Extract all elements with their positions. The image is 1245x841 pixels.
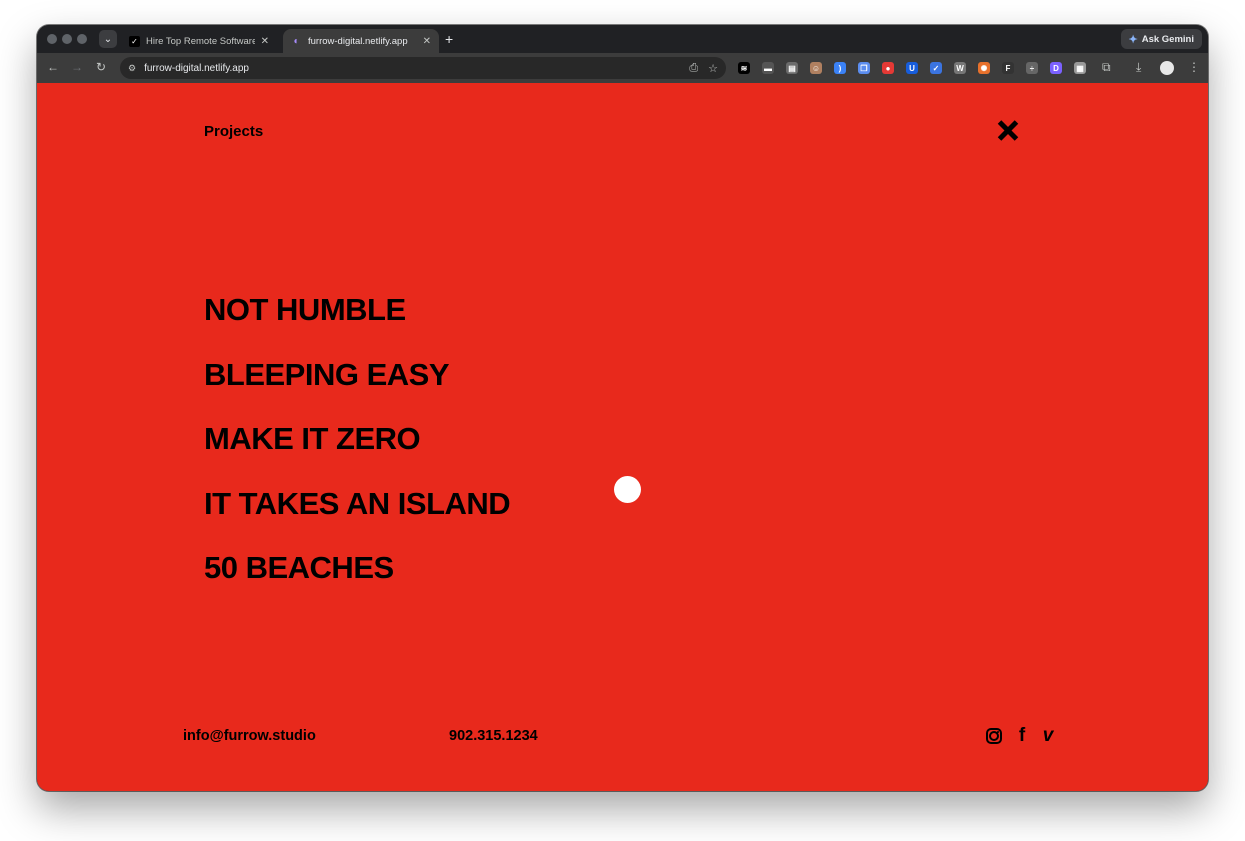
ext-red-icon[interactable]: ●: [882, 62, 894, 74]
projects-nav-link[interactable]: Projects: [204, 123, 263, 140]
ext-figma-icon[interactable]: F: [1002, 62, 1014, 74]
close-icon[interactable]: ✕: [423, 36, 431, 47]
ext-reader-icon[interactable]: ▤: [786, 62, 798, 74]
install-app-icon[interactable]: ⎙: [689, 62, 698, 75]
close-window-button[interactable]: [47, 34, 57, 44]
ext-bitwarden-icon[interactable]: U: [906, 62, 918, 74]
tab-hire-developers[interactable]: ✓ Hire Top Remote Software De ✕: [121, 29, 277, 53]
ext-burst-icon[interactable]: ✺: [978, 62, 990, 74]
ask-gemini-button[interactable]: ✦ Ask Gemini: [1120, 29, 1202, 49]
project-link[interactable]: MAKE IT ZERO: [204, 417, 510, 482]
address-bar[interactable]: ⚙ furrow-digital.netlify.app ⎙ ☆: [120, 57, 726, 79]
vimeo-icon[interactable]: v: [1039, 725, 1057, 746]
profile-avatar[interactable]: [1160, 61, 1174, 75]
gemini-spark-icon: ✦: [1128, 33, 1138, 46]
tab-furrow-digital[interactable]: ◐ furrow-digital.netlify.app ✕: [283, 29, 439, 53]
minimize-window-button[interactable]: [62, 34, 72, 44]
email-link[interactable]: info@furrow.studio: [183, 728, 316, 744]
ext-w-icon[interactable]: W: [954, 62, 966, 74]
browser-toolbar: ← → ↻ ⚙ furrow-digital.netlify.app ⎙ ☆ ≋…: [37, 53, 1208, 83]
project-link[interactable]: IT TAKES AN ISLAND: [204, 482, 511, 547]
bookmark-star-icon[interactable]: ☆: [708, 62, 718, 75]
ext-ruler-icon[interactable]: ÷: [1026, 62, 1038, 74]
reload-icon[interactable]: ↻: [93, 60, 109, 74]
ext-d-icon[interactable]: D: [1050, 62, 1062, 74]
ext-grid-icon[interactable]: ▦: [1074, 62, 1086, 74]
close-icon[interactable]: ✕: [261, 36, 269, 47]
instagram-icon[interactable]: [986, 728, 1002, 744]
cursor-dot: [614, 476, 641, 503]
ask-gemini-label: Ask Gemini: [1141, 33, 1194, 45]
facebook-icon[interactable]: f: [1013, 725, 1031, 746]
back-arrow-icon[interactable]: ←: [45, 60, 61, 74]
projects-list: NOT HUMBLE BLEEPING EASY MAKE IT ZERO IT…: [204, 288, 511, 611]
menu-dots-icon[interactable]: ⋮: [1188, 60, 1200, 74]
ext-toggle-icon[interactable]: ▬: [762, 62, 774, 74]
ext-wave-icon[interactable]: ): [834, 62, 846, 74]
phone-link[interactable]: 902.315.1234: [449, 728, 538, 744]
download-icon[interactable]: ⤓: [1136, 60, 1141, 75]
browser-window: ⌄ ✓ Hire Top Remote Software De ✕ ◐ furr…: [37, 25, 1208, 791]
extensions-puzzle-icon[interactable]: ⧉: [1102, 60, 1111, 75]
page-content: Projects NOT HUMBLE BLEEPING EASY MAKE I…: [37, 83, 1208, 791]
new-tab-button[interactable]: +: [445, 31, 453, 47]
tab-title: furrow-digital.netlify.app: [308, 35, 408, 47]
project-link[interactable]: NOT HUMBLE: [204, 288, 510, 353]
ext-check-icon[interactable]: ✓: [930, 62, 942, 74]
project-link[interactable]: 50 BEACHES: [204, 546, 510, 611]
check-logo-icon: ✓: [129, 35, 140, 47]
tab-title: Hire Top Remote Software De: [146, 35, 255, 47]
ext-avatar-icon[interactable]: ☺: [810, 62, 822, 74]
forward-arrow-icon[interactable]: →: [69, 60, 85, 74]
url-text[interactable]: furrow-digital.netlify.app: [144, 63, 679, 74]
maximize-window-button[interactable]: [77, 34, 87, 44]
tab-strip: ⌄ ✓ Hire Top Remote Software De ✕ ◐ furr…: [37, 25, 1208, 53]
netlify-icon: ◐: [293, 35, 300, 47]
ext-dark-icon[interactable]: ≋: [738, 62, 750, 74]
tab-search-chevron-icon[interactable]: ⌄: [99, 30, 117, 48]
site-settings-icon[interactable]: ⚙: [128, 63, 136, 74]
close-menu-icon[interactable]: [995, 117, 1023, 145]
ext-copy-icon[interactable]: ❐: [858, 62, 870, 74]
project-link[interactable]: BLEEPING EASY: [204, 353, 510, 418]
